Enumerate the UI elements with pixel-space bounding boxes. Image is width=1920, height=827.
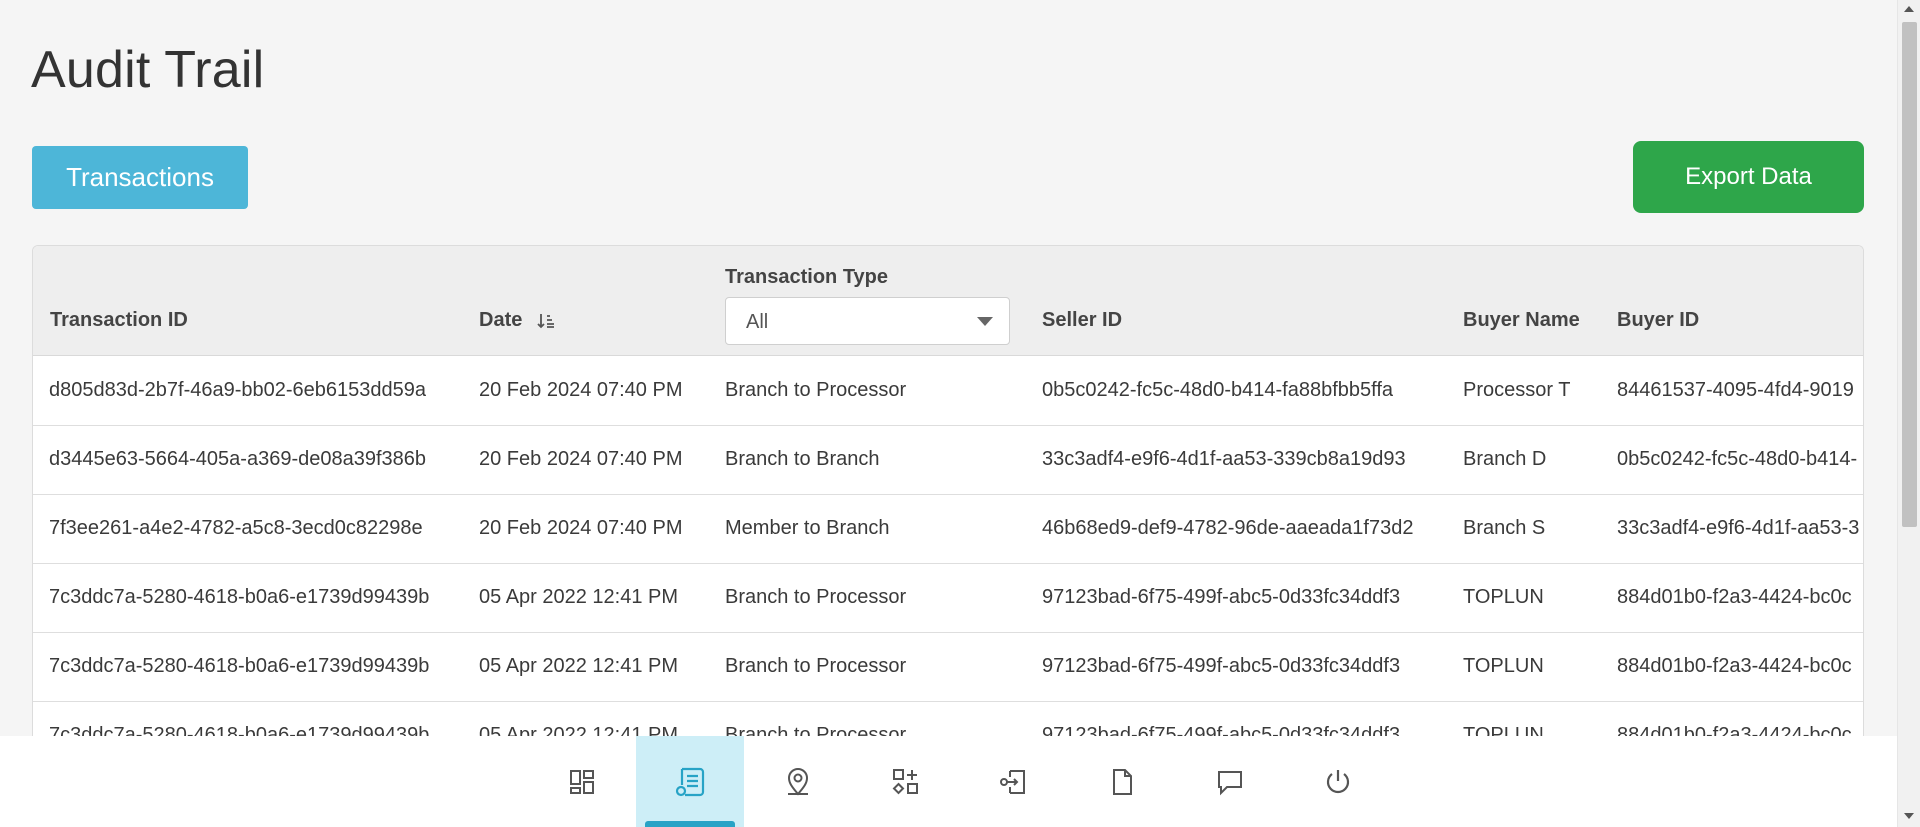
add-widget-icon (892, 768, 918, 794)
header-seller-id: Seller ID (1042, 309, 1123, 331)
header-buyer-name: Buyer Name (1463, 309, 1580, 331)
cell-type: Branch to Branch (725, 448, 880, 470)
audit-trail-page: Audit Trail Transactions Export Data Tra… (0, 0, 1897, 827)
nav-audit-trail[interactable] (636, 736, 744, 827)
chat-icon (1218, 770, 1242, 795)
dashboard-icon (570, 769, 594, 794)
cell-transaction-id: d805d83d-2b7f-46a9-bb02-6eb6153dd59a (49, 379, 427, 401)
cell-buyer-name: TOPLUN (1463, 586, 1544, 608)
header-buyer-id: Buyer ID (1617, 309, 1700, 331)
audit-trail-icon (675, 767, 705, 796)
nav-login[interactable] (960, 736, 1068, 827)
cell-seller-id: 97123bad-6f75-499f-abc5-0d33fc34ddf3 (1042, 655, 1401, 677)
power-icon (1326, 769, 1350, 793)
table-header: Transaction ID Date Transaction Type All… (33, 246, 1863, 356)
transactions-button[interactable]: Transactions (32, 146, 248, 209)
header-transaction-type: Transaction Type (725, 266, 889, 288)
login-icon (1000, 769, 1025, 794)
header-date-label: Date (479, 309, 523, 331)
cell-date: 20 Feb 2024 07:40 PM (479, 517, 683, 539)
cell-transaction-id: 7c3ddc7a-5280-4618-b0a6-e1739d99439b (49, 586, 430, 608)
cell-seller-id: 46b68ed9-def9-4782-96de-aaeada1f73d2 (1042, 517, 1414, 539)
nav-location[interactable] (744, 736, 852, 827)
table-row[interactable]: d805d83d-2b7f-46a9-bb02-6eb6153dd59a 20 … (33, 357, 1863, 426)
cell-transaction-id: d3445e63-5664-405a-a369-de08a39f386b (49, 448, 427, 470)
chevron-down-icon (977, 317, 993, 326)
cell-transaction-id: 7f3ee261-a4e2-4782-a5c8-3ecd0c82298e (49, 517, 423, 539)
cell-seller-id: 33c3adf4-e9f6-4d1f-aa53-339cb8a19d93 (1042, 448, 1406, 470)
cell-type: Branch to Processor (725, 586, 907, 608)
cell-date: 20 Feb 2024 07:40 PM (479, 379, 683, 401)
vertical-scrollbar[interactable] (1897, 0, 1920, 827)
scroll-up-arrow-icon[interactable] (1904, 6, 1914, 12)
header-transaction-id: Transaction ID (50, 309, 188, 331)
table-row[interactable]: d3445e63-5664-405a-a369-de08a39f386b 20 … (33, 426, 1863, 495)
cell-type: Member to Branch (725, 517, 890, 539)
cell-type: Branch to Processor (725, 379, 907, 401)
cell-buyer-id: 884d01b0-f2a3-4424-bc0c (1617, 655, 1852, 677)
cell-type: Branch to Processor (725, 655, 907, 677)
cell-buyer-name: TOPLUN (1463, 655, 1544, 677)
cell-buyer-id: 884d01b0-f2a3-4424-bc0c (1617, 586, 1852, 608)
cell-buyer-id: 0b5c0242-fc5c-48d0-b414- (1617, 448, 1858, 470)
nav-documents[interactable] (1068, 736, 1176, 827)
transaction-type-select[interactable]: All (725, 297, 1010, 345)
location-pin-icon (787, 767, 809, 796)
nav-chat[interactable] (1176, 736, 1284, 827)
cell-buyer-id: 33c3adf4-e9f6-4d1f-aa53-3 (1617, 517, 1860, 539)
bottom-nav (0, 736, 1897, 827)
cell-buyer-name: Branch D (1463, 448, 1547, 470)
export-data-button[interactable]: Export Data (1633, 141, 1864, 213)
cell-date: 20 Feb 2024 07:40 PM (479, 448, 683, 470)
cell-date: 05 Apr 2022 12:41 PM (479, 586, 679, 608)
scroll-down-arrow-icon[interactable] (1904, 813, 1914, 819)
sort-icon[interactable] (536, 311, 556, 331)
header-date[interactable]: Date (479, 309, 556, 332)
table-row[interactable]: 7c3ddc7a-5280-4618-b0a6-e1739d99439b 05 … (33, 564, 1863, 633)
document-icon (1113, 768, 1132, 795)
page-title: Audit Trail (31, 41, 265, 99)
cell-buyer-id: 84461537-4095-4fd4-9019 (1617, 379, 1854, 401)
nav-dashboard[interactable] (528, 736, 636, 827)
scrollbar-thumb[interactable] (1902, 22, 1917, 527)
cell-buyer-name: Branch S (1463, 517, 1546, 539)
nav-add-widget[interactable] (852, 736, 960, 827)
table-row[interactable]: 7f3ee261-a4e2-4782-a5c8-3ecd0c82298e 20 … (33, 495, 1863, 564)
nav-power[interactable] (1284, 736, 1392, 827)
table-row[interactable]: 7c3ddc7a-5280-4618-b0a6-e1739d99439b 05 … (33, 633, 1863, 702)
cell-buyer-name: Processor T (1463, 379, 1571, 401)
cell-seller-id: 97123bad-6f75-499f-abc5-0d33fc34ddf3 (1042, 586, 1401, 608)
transaction-type-selected: All (746, 311, 769, 333)
cell-date: 05 Apr 2022 12:41 PM (479, 655, 679, 677)
cell-seller-id: 0b5c0242-fc5c-48d0-b414-fa88bfbb5ffa (1042, 379, 1394, 401)
cell-transaction-id: 7c3ddc7a-5280-4618-b0a6-e1739d99439b (49, 655, 430, 677)
